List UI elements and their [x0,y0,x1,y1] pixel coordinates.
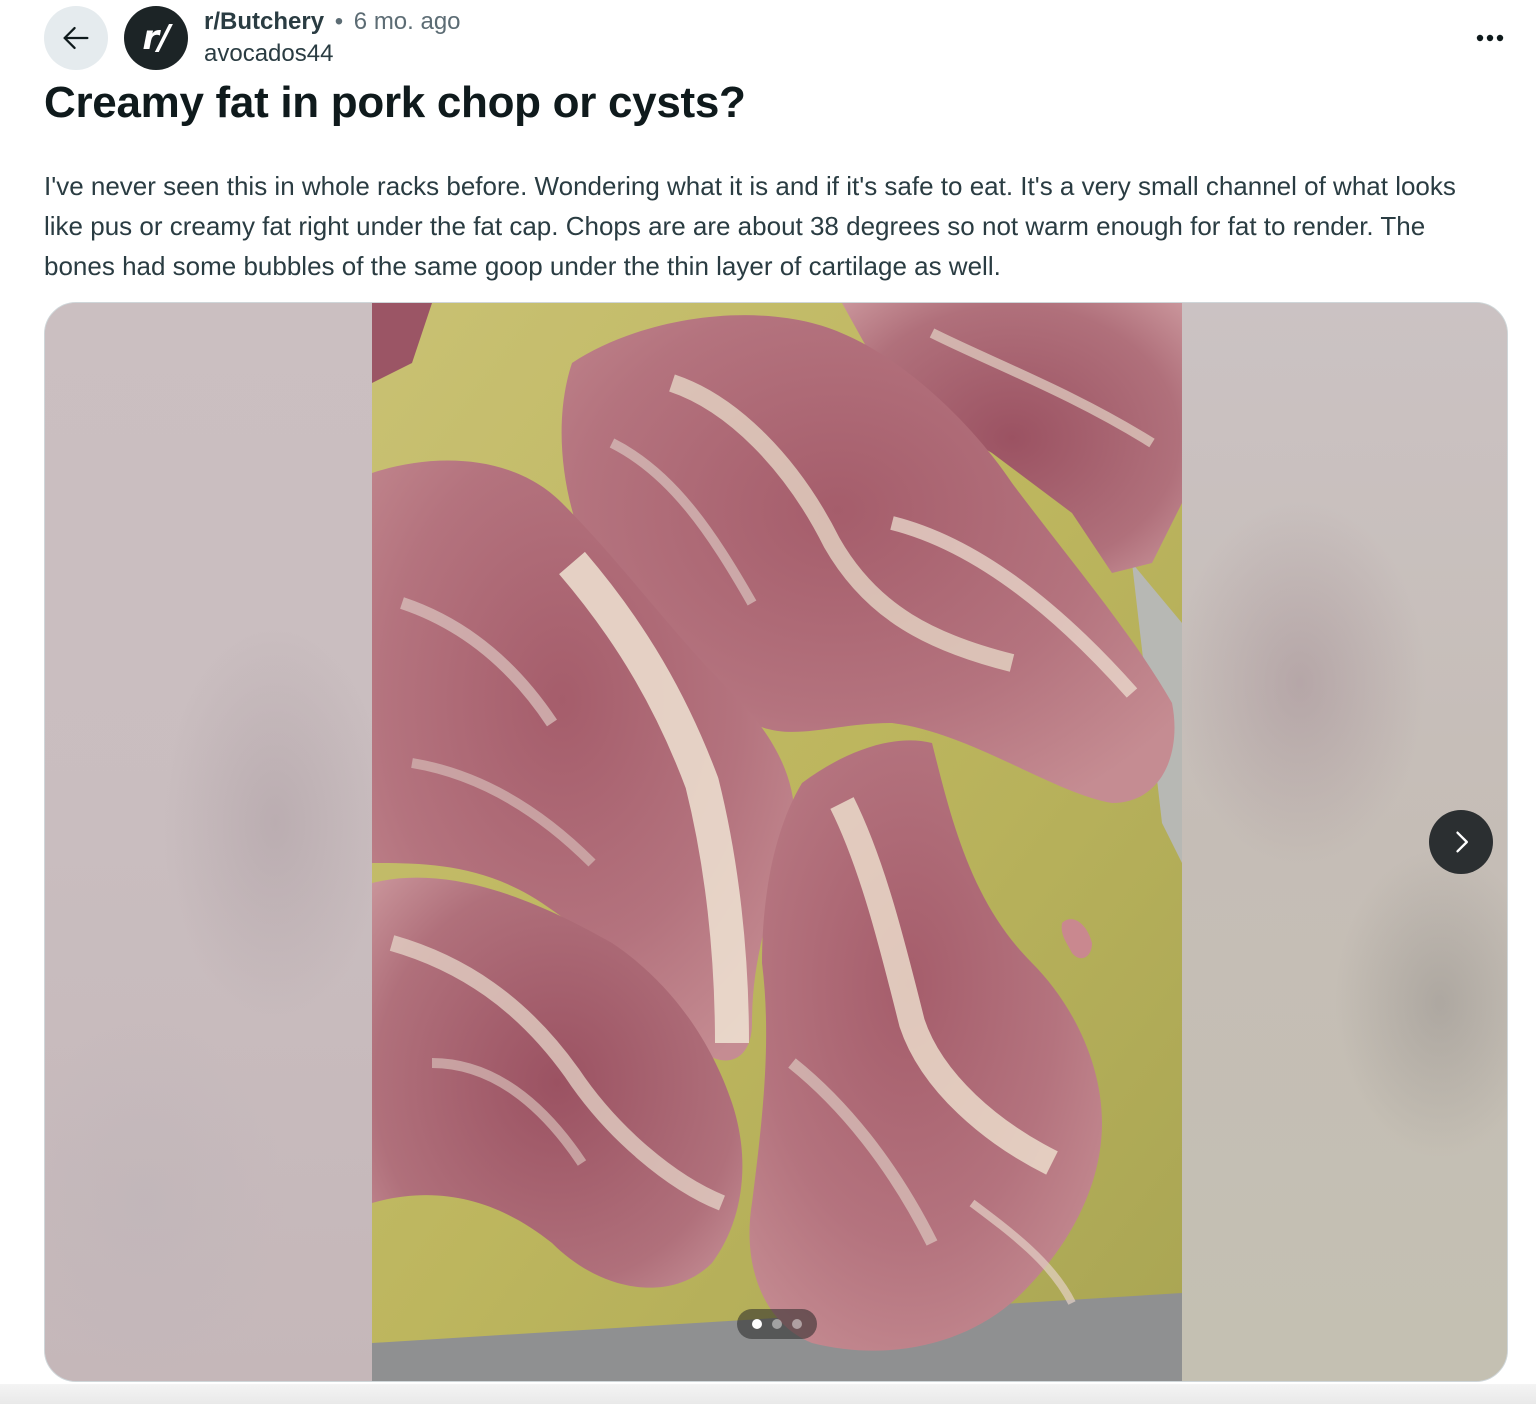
back-button[interactable] [44,6,108,70]
image-gallery[interactable] [44,302,1508,1382]
post-body: I've never seen this in whole racks befo… [44,171,1456,281]
subreddit-link[interactable]: r/Butchery [204,8,324,35]
gallery-image[interactable] [372,303,1182,1381]
next-image-button[interactable] [1429,810,1493,874]
gallery-blur-left [45,303,372,1381]
gallery-pagination [737,1309,817,1339]
post-title: Creamy fat in pork chop or cysts? [44,78,746,127]
pagination-dot-3[interactable] [792,1319,802,1329]
post-meta: r/Butchery • 6 mo. ago avocados44 [204,6,461,70]
more-options-button[interactable] [1464,14,1516,62]
pagination-dot-1[interactable] [752,1319,762,1329]
meta-separator: • [334,8,344,35]
subreddit-avatar-text: r/ [142,18,170,58]
post-meta-row: r/Butchery • 6 mo. ago [204,6,461,38]
subreddit-avatar[interactable]: r/ [124,6,188,70]
post-page: r/ r/Butchery • 6 mo. ago avocados44 Cre… [0,0,1536,1404]
post-time: 6 mo. ago [353,8,461,35]
more-horizontal-icon [1476,34,1504,42]
page-bottom-edge [0,1384,1536,1404]
pork-chops-photo [372,303,1182,1381]
author-link[interactable]: avocados44 [204,38,461,70]
arrow-left-icon [63,26,89,50]
pagination-dot-2[interactable] [772,1319,782,1329]
chevron-right-icon [1456,831,1468,853]
